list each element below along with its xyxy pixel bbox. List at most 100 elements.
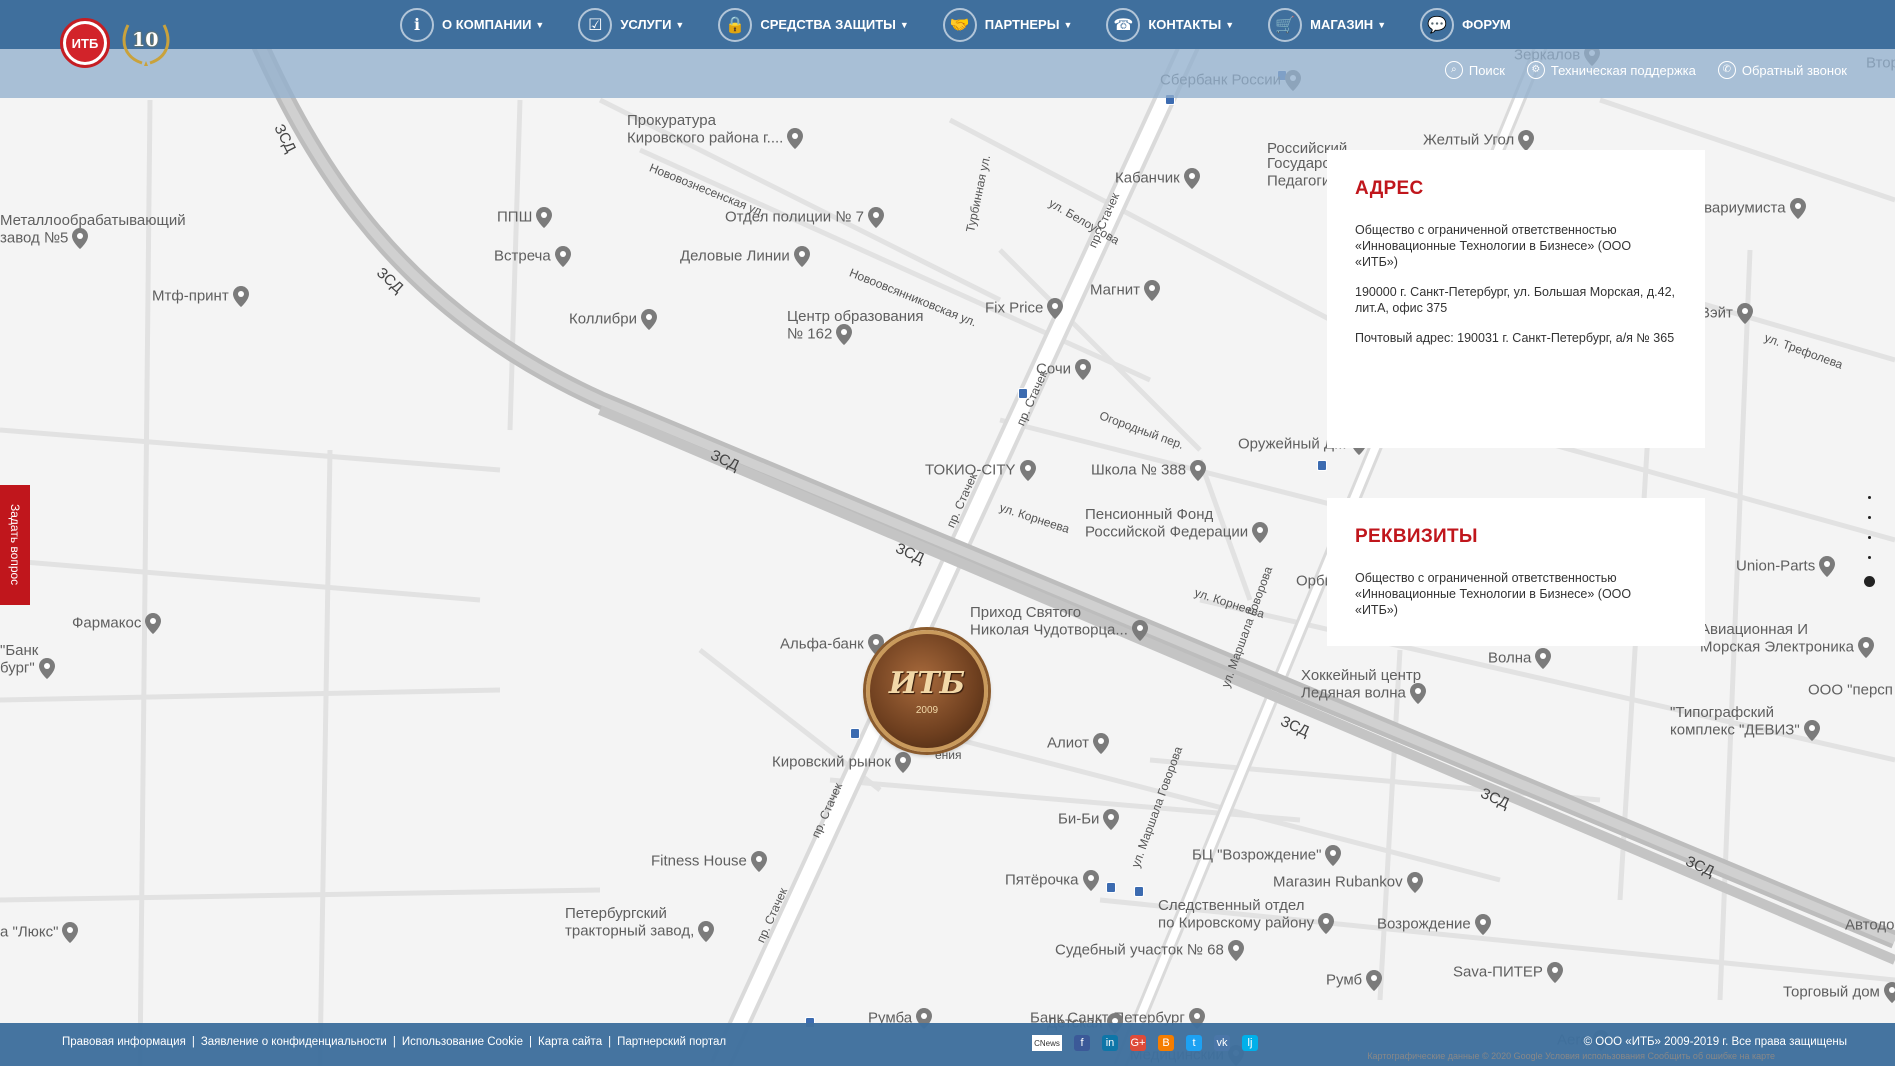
itb-map-marker[interactable]: ИТБ 2009 [866,630,988,752]
map-place[interactable]: "Типографский комплекс "ДЕВИЗ" [1670,705,1820,741]
place-name: Прокуратура Кировского района г.... [627,112,784,147]
footer-link[interactable]: Карта сайта [538,1036,602,1048]
livejournal-icon[interactable]: lj [1242,1035,1258,1051]
map-place[interactable]: БЦ "Возрождение" [1192,845,1342,866]
place-name: Возрождение [1377,915,1471,933]
place-name: Желтый Угол [1423,131,1515,149]
utility-link-2[interactable]: ✆ Обратный звонок [1717,61,1847,79]
map-place[interactable]: Магазин Rubankov [1273,872,1423,893]
footer-link[interactable]: Использование Cookie [402,1036,523,1048]
map-place[interactable]: Школа № 388 [1091,460,1207,481]
map-place[interactable]: Торговый дом [1783,982,1895,1003]
map-place[interactable]: Магнит [1090,280,1161,301]
pagination-dot[interactable] [1868,516,1871,519]
pagination-dot[interactable] [1868,496,1871,499]
map-place[interactable]: ППШ [497,207,553,228]
utility-link-1[interactable]: ⚙ Техническая поддержка [1526,61,1696,79]
map-place[interactable]: Хоккейный центр Ледяная волна [1301,668,1426,704]
map-place[interactable]: Отдел полиции № 7 [725,207,884,228]
map-place[interactable]: ООО "персп [1808,680,1895,701]
map-place[interactable]: Альфа-банк [780,634,884,655]
map-place[interactable]: Металлообрабатывающий завод №5 [0,213,186,249]
map-place[interactable]: Прокуратура Кировского района г.... [627,112,804,149]
place-name: Кировский рынок [772,753,891,771]
company-logo[interactable]: ИТБ [60,18,110,68]
map-place[interactable]: Авиационная И Морская Электроника [1700,622,1874,658]
pagination-dot[interactable] [1868,556,1871,559]
map-place[interactable]: Sava-ПИТЕР [1453,962,1563,983]
map-pin-icon [867,207,884,228]
footer-link[interactable]: Заявление о конфиденциальности [201,1036,387,1048]
address-title: Адрес [1355,178,1424,199]
map-place[interactable]: Кировский рынок [772,752,911,773]
map-place[interactable]: Деловые Линии [680,246,810,267]
nav-item-4[interactable]: ☎ Контакты ▼ [1106,7,1234,42]
map-place[interactable]: Приход Святого Николая Чудотворца... [970,605,1148,641]
linkedin-icon[interactable]: in [1102,1035,1118,1051]
map-place[interactable]: Коллибри [569,309,657,330]
pagination-dot-active[interactable] [1864,576,1875,587]
facebook-icon[interactable]: f [1074,1035,1090,1051]
place-name: Следственный отдел по Кировскому району [1158,897,1315,932]
map-place[interactable]: Румб [1326,970,1383,991]
map-pin-icon [640,309,657,330]
cnews-badge[interactable]: CNews [1032,1035,1062,1051]
map-place[interactable]: Кабанчик [1115,168,1200,189]
map-place[interactable]: Би-Би [1058,809,1120,830]
map-place[interactable]: Петербургский тракторный завод, [565,906,715,942]
map-pin-icon [793,246,810,267]
nav-item-0[interactable]: ℹ О компании ▼ [400,7,544,42]
requisites-company: Общество с ограниченной ответственностью… [1355,571,1632,617]
map-place[interactable]: Fitness House [651,851,767,872]
utility-link-0[interactable]: ⌕ Поиск [1444,61,1505,79]
map-place[interactable]: Центр образования № 162 [787,309,924,345]
map-place[interactable]: Судебный участок № 68 [1055,940,1244,961]
info-icon: ℹ [400,7,434,42]
nav-item-3[interactable]: 🤝 Партнеры ▼ [942,7,1072,42]
map-place[interactable]: Пятёрочка [1005,870,1099,891]
nav-item-1[interactable]: ☑ Услуги ▼ [578,7,684,42]
map-place[interactable]: Встреча [494,246,571,267]
nav-item-5[interactable]: 🛒 Магазин ▼ [1268,7,1386,42]
map-place[interactable]: Сочи [1036,359,1092,380]
nav-label: Услуги [620,17,672,32]
map-place[interactable]: Автодор [1845,915,1895,936]
pagination-dot[interactable] [1868,536,1871,539]
map-place[interactable]: Мтф-принт [152,286,249,307]
map-place[interactable]: Алиот [1047,733,1110,754]
place-name: Коллибри [569,310,637,328]
map-attribution: Картографические данные © 2020 Google Ус… [1367,1051,1775,1061]
map-place[interactable]: Вэйт [1700,303,1753,324]
map-pin-icon [1190,460,1207,481]
vk-icon[interactable]: vk [1214,1035,1230,1051]
map-pin-icon [787,128,804,149]
map-place[interactable]: Фармакос [72,613,162,634]
map-place[interactable]: Пенсионный Фонд Российской Федерации [1085,507,1269,543]
nav-item-2[interactable]: 🔒 Средства защиты ▼ [718,7,909,42]
map-place[interactable]: Возрождение [1377,914,1491,935]
nav-item-6[interactable]: 💬 Форум [1420,7,1511,42]
utility-links: ⌕ Поиск ⚙ Техническая поддержка ✆ Обратный зв… [1423,61,1847,79]
googleplus-icon[interactable]: G+ [1130,1035,1146,1051]
map-pin-icon [1325,845,1342,866]
place-name: Авиационная И Морская Электроника [1700,621,1854,656]
twitter-icon[interactable]: t [1186,1035,1202,1051]
footer-link[interactable]: Правовая информация [62,1036,186,1048]
map-place[interactable]: "Банк бург" [0,643,55,679]
map-place[interactable]: а "Люкс" [0,922,79,943]
place-name: Румб [1326,971,1363,989]
map-pin-icon [1131,620,1148,641]
ask-question-tab[interactable]: Задать вопрос [0,485,30,605]
place-name: Металлообрабатывающий завод №5 [0,212,186,247]
map-place[interactable]: ТОКИО-CITY [925,460,1036,481]
map-place[interactable]: Следственный отдел по Кировскому району [1158,897,1335,934]
footer-link[interactable]: Партнерский портал [617,1036,726,1048]
map-place[interactable]: Волна [1488,648,1552,669]
map-pin-icon [1019,460,1036,481]
map-place[interactable]: Желтый Угол [1423,130,1535,151]
map-place[interactable]: Fix Price [985,298,1064,319]
chevron-down-icon: ▼ [899,19,909,30]
blogger-icon[interactable]: B [1158,1035,1174,1051]
lock-icon: 🔒 [718,7,753,42]
map-place[interactable]: Union-Parts [1736,556,1836,577]
